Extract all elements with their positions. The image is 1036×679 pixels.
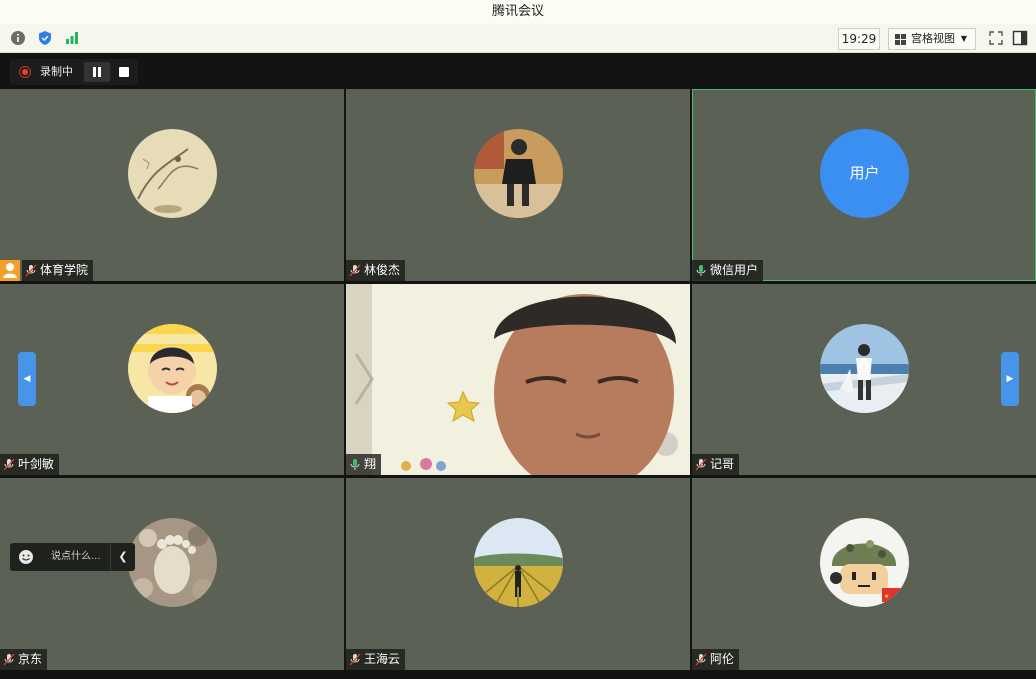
next-page-button[interactable]: ▶: [1001, 352, 1019, 406]
mic-on-icon: [695, 264, 707, 277]
sidebar-toggle-icon[interactable]: [1012, 30, 1028, 46]
participant-tile[interactable]: 王海云: [346, 478, 690, 670]
mic-on-icon: [349, 458, 361, 471]
participant-name: 阿伦: [710, 652, 735, 666]
chevron-down-icon: ▼: [960, 34, 967, 43]
participant-avatar: ★: [820, 518, 909, 607]
mic-muted-icon: [695, 458, 707, 471]
participant-avatar: [128, 518, 217, 607]
participant-avatar: [128, 129, 217, 218]
camera-video-feed: [346, 284, 690, 475]
participant-name: 叶剑敏: [18, 457, 55, 471]
participant-tile[interactable]: 林俊杰: [346, 89, 690, 281]
participant-name: 京东: [18, 652, 43, 666]
svg-text:★: ★: [884, 593, 889, 600]
participant-tile[interactable]: 京东: [0, 478, 344, 670]
chat-quick-input[interactable]: 说点什么... ❮: [10, 543, 135, 571]
participant-tile-video[interactable]: 翔: [346, 284, 690, 475]
participant-avatar: [128, 323, 217, 413]
participant-name: 林俊杰: [364, 263, 401, 277]
emoji-icon[interactable]: [18, 549, 34, 565]
participant-avatar: [820, 323, 909, 413]
mic-muted-icon: [3, 458, 15, 471]
participant-name: 记哥: [710, 457, 735, 471]
pause-icon[interactable]: [84, 62, 110, 82]
mic-muted-icon: [349, 264, 361, 277]
participant-name-tag: 叶剑敏: [0, 454, 60, 475]
recording-label: 录制中: [40, 65, 73, 78]
participant-name-tag: 微信用户: [692, 260, 764, 281]
stop-icon[interactable]: [114, 62, 136, 82]
mic-muted-icon: [695, 653, 707, 666]
window-title: 腾讯会议: [491, 4, 544, 19]
meeting-toolbar: 19:29 宫格视图 ▼: [0, 24, 1036, 53]
previous-page-button[interactable]: ◀: [18, 352, 36, 406]
participant-name: 翔: [364, 457, 377, 471]
view-mode-label: 宫格视图: [911, 32, 955, 45]
chevron-left-icon[interactable]: ❮: [110, 543, 135, 571]
participant-name-tag: 王海云: [346, 649, 406, 670]
recording-bar: 录制中: [10, 59, 138, 85]
info-icon[interactable]: [10, 30, 26, 46]
participant-name-tag: 京东: [0, 649, 48, 670]
participant-avatar: 用户: [820, 129, 909, 218]
participant-avatar: [474, 129, 563, 218]
view-mode-dropdown[interactable]: 宫格视图 ▼: [888, 28, 976, 50]
grid-view-icon: [895, 34, 906, 45]
participant-name-tag: 翔: [346, 454, 382, 475]
participant-name: 体育学院: [40, 263, 89, 277]
signal-icon[interactable]: [64, 30, 80, 46]
shield-icon[interactable]: [37, 30, 53, 46]
participant-name-tag: 林俊杰: [346, 260, 406, 281]
window-title-bar: 腾讯会议: [0, 0, 1036, 24]
participant-name-tag: 体育学院: [22, 260, 94, 281]
record-dot-icon: [19, 66, 31, 78]
participant-tile-active[interactable]: 用户 微信用户: [692, 89, 1036, 281]
participant-tile[interactable]: ★ 阿伦: [692, 478, 1036, 670]
fullscreen-icon[interactable]: [988, 30, 1004, 46]
participant-tile[interactable]: 体育学院: [0, 89, 344, 281]
mic-muted-icon: [3, 653, 15, 666]
participant-name-tag: 记哥: [692, 454, 740, 475]
participant-tile[interactable]: 记哥: [692, 284, 1036, 475]
participant-name-tag: 阿伦: [692, 649, 740, 670]
meeting-clock: 19:29: [838, 28, 880, 50]
participant-tile[interactable]: 叶剑敏: [0, 284, 344, 475]
participant-name: 微信用户: [710, 263, 759, 277]
mic-muted-icon: [349, 653, 361, 666]
participant-avatar: [474, 518, 563, 607]
chat-placeholder: 说点什么...: [51, 551, 101, 562]
mic-muted-icon: [25, 264, 37, 277]
host-badge-icon: [0, 260, 20, 281]
participant-name: 王海云: [364, 652, 401, 666]
